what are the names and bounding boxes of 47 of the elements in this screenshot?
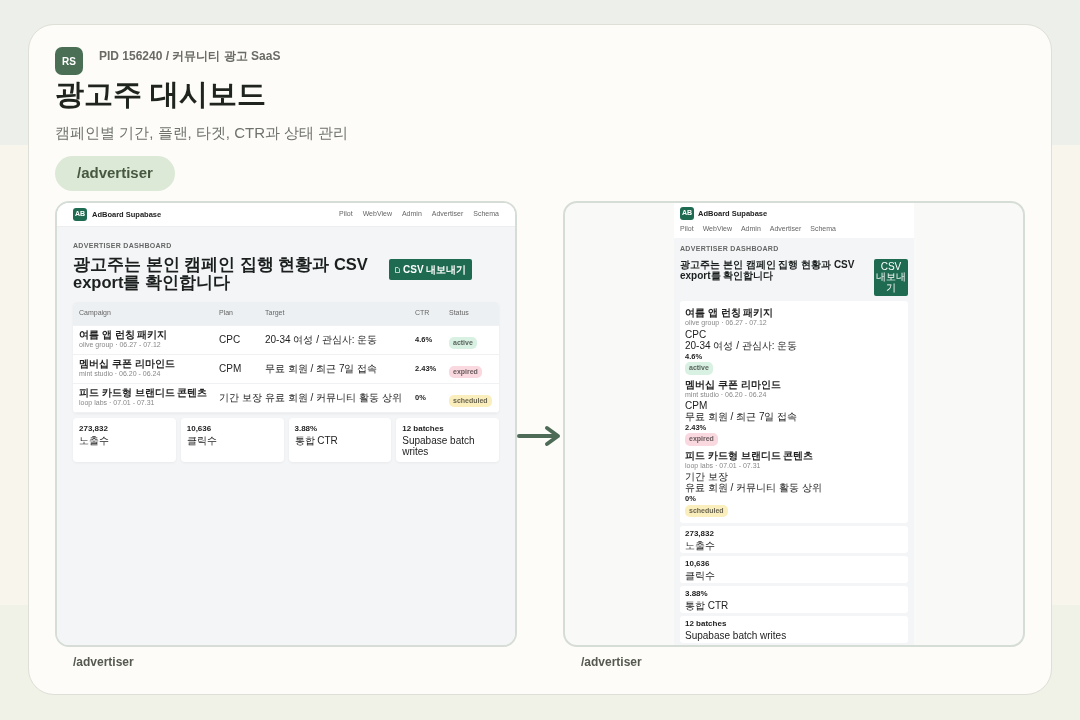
campaign-name: 여름 앱 런칭 패키지 [685,307,774,319]
avatar: RS [55,47,83,75]
stat-value: 273,832 [685,528,715,541]
stat-value: 3.88% [294,422,319,435]
page-subtitle: 캠페인별 기간, 플랜, 타겟, CTR과 상태 관리 [55,122,350,143]
target-cell-text: 20-34 여성 / 관심사: 운동 [265,334,379,346]
plan-text: CPM [685,400,708,412]
stat-value: 273,832 [79,422,109,435]
target-text: 유료 회원 / 커뮤니티 활동 상위 [685,482,822,494]
stat-label: Supabase batch writes [402,434,476,457]
stat-value: 12 batches [402,422,445,435]
route-tag: /advertiser [55,156,175,191]
stat-label: 노출수 [685,540,716,552]
project-id: PID 156240 / 커뮤니티 광고 SaaS [99,48,281,65]
stat-value: 12 batches [685,618,728,631]
target-text: 무료 회원 / 최근 7일 접속 [685,411,798,423]
stat-label: Supabase batch writes [685,630,788,642]
target-cell-text: 무료 회원 / 최근 7일 접속 [265,363,379,375]
stat-label: 통합 CTR [685,600,730,612]
document-icon [395,266,400,273]
dashboard-heading: 광고주는 본인 캠페인 집행 현황과 CSV export를 확인합니다 [73,255,369,292]
plan-cell-text: 기간 보장 [219,392,263,404]
campaign-name: 멤버십 쿠폰 리마인드 [685,378,781,390]
stat-label: 노출수 [79,434,110,446]
stat-label: 통합 CTR [294,434,339,446]
dashboard-heading: 광고주는 본인 캠페인 집행 현황과 CSV export를 확인합니다 [680,258,856,281]
stat-value: 10,636 [685,558,711,571]
plan-text: CPC [685,328,707,340]
campaign-name: 피드 카드형 브랜디드 콘텐츠 [685,449,814,461]
stat-value: 10,636 [186,422,213,435]
campaign-name: 멤버십 쿠폰 리마인드 [79,357,176,369]
export-button[interactable]: CSV 내보내기 [389,259,473,281]
plan-text: 기간 보장 [685,471,728,483]
arrow-icon [517,424,563,447]
plan-cell-text: CPM [219,363,243,375]
stat-label: 클릭수 [186,434,218,446]
plan-cell-text: CPC [219,334,242,346]
stat-value: 3.88% [685,588,709,601]
screen-caption: /advertiser [73,653,135,671]
target-cell-text: 유료 회원 / 커뮤니티 활동 상위 [265,392,403,404]
campaign-name: 피드 카드형 브랜디드 콘텐츠 [79,386,209,398]
page-title: 광고주 대시보드 [55,77,268,112]
export-button[interactable]: CSV 내보내기 [874,258,908,297]
campaign-name: 여름 앱 런칭 패키지 [79,328,169,340]
target-text: 20-34 여성 / 관심사: 운동 [685,339,798,351]
stat-label: 클릭수 [685,570,716,582]
screen-caption: /advertiser [581,653,643,671]
